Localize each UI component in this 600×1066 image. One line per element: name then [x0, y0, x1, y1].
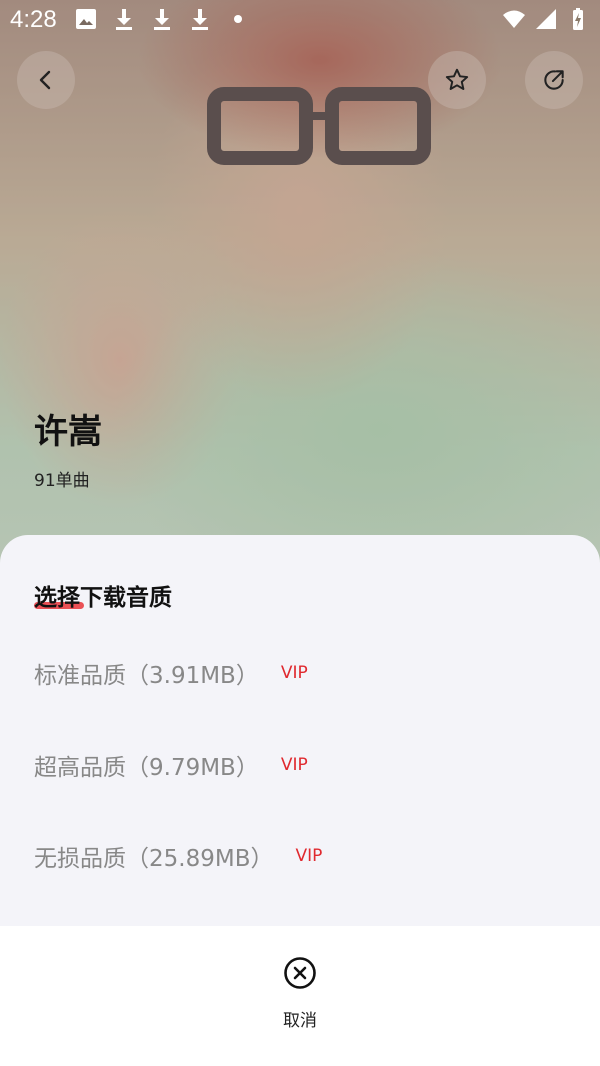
- download-quality-sheet: 选择下载音质 标准品质（3.91MB） VIP 超高品质（9.79MB） VIP…: [0, 535, 600, 926]
- option-label: 无损品质（25.89MB）: [34, 846, 274, 872]
- cancel-label: 取消: [283, 1011, 317, 1031]
- artist-name: 许嵩: [34, 412, 102, 452]
- back-button[interactable]: [17, 51, 75, 109]
- quality-option-standard[interactable]: 标准品质（3.91MB） VIP: [34, 653, 308, 693]
- chevron-left-icon: [39, 70, 51, 90]
- cancel-area: 取消: [0, 926, 600, 1066]
- signal-icon: [536, 9, 556, 29]
- system-icons: [502, 7, 590, 31]
- download-icon: [154, 9, 170, 30]
- option-label: 标准品质（3.91MB）: [34, 663, 259, 689]
- cancel-button[interactable]: 取消: [260, 956, 340, 1036]
- vip-badge: VIP: [295, 846, 323, 866]
- vip-badge: VIP: [280, 663, 308, 683]
- wifi-icon: [503, 10, 525, 28]
- battery-charging-icon: [573, 8, 583, 30]
- close-circle-icon: [284, 957, 316, 989]
- favorite-button[interactable]: [428, 51, 486, 109]
- status-bar: 4:28: [0, 0, 600, 40]
- option-label: 超高品质（9.79MB）: [34, 755, 259, 781]
- sheet-title: 选择下载音质: [34, 585, 172, 611]
- quality-option-lossless[interactable]: 无损品质（25.89MB） VIP: [34, 836, 322, 876]
- notification-icons: [74, 7, 250, 31]
- quality-option-high[interactable]: 超高品质（9.79MB） VIP: [34, 745, 308, 785]
- dot-icon: [234, 15, 242, 23]
- status-time: 4:28: [10, 6, 57, 33]
- cover-photo-detail: [207, 87, 431, 165]
- artist-cover-image: [0, 0, 600, 600]
- download-icon: [192, 9, 208, 30]
- star-outline-icon: [445, 68, 469, 90]
- image-icon: [76, 9, 96, 29]
- vip-badge: VIP: [280, 755, 308, 775]
- download-icon: [116, 9, 132, 30]
- share-icon: [544, 70, 564, 90]
- song-count: 91单曲: [34, 471, 90, 491]
- share-button[interactable]: [525, 51, 583, 109]
